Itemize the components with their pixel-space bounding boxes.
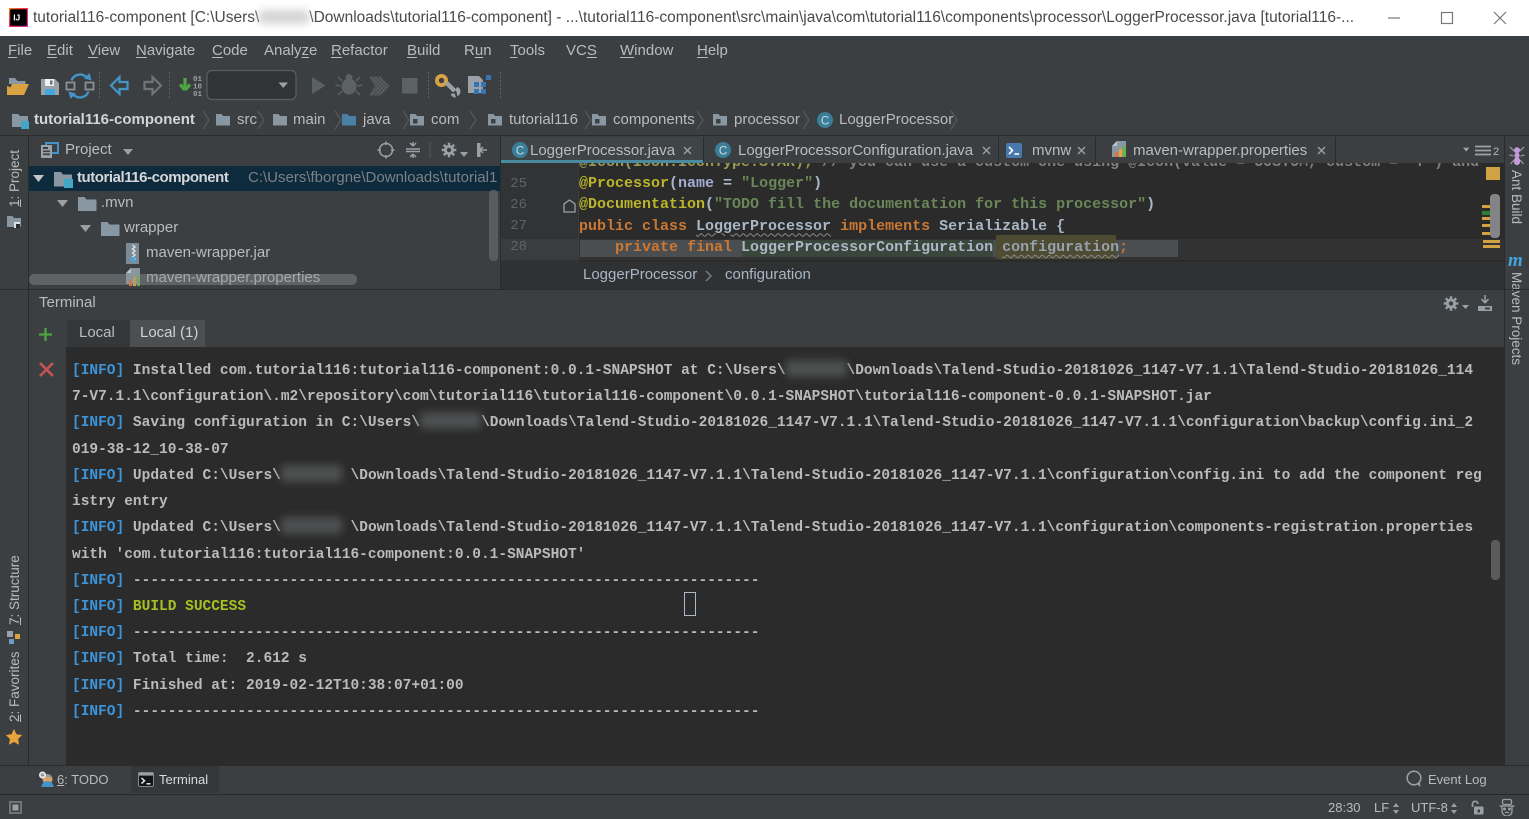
svg-text:C: C bbox=[516, 146, 524, 158]
svg-text:IJ: IJ bbox=[13, 13, 20, 23]
svg-text:01: 01 bbox=[193, 91, 203, 99]
svg-text:C: C bbox=[821, 116, 829, 128]
svg-text:C: C bbox=[719, 146, 727, 158]
svg-text:2: 2 bbox=[1493, 146, 1499, 157]
